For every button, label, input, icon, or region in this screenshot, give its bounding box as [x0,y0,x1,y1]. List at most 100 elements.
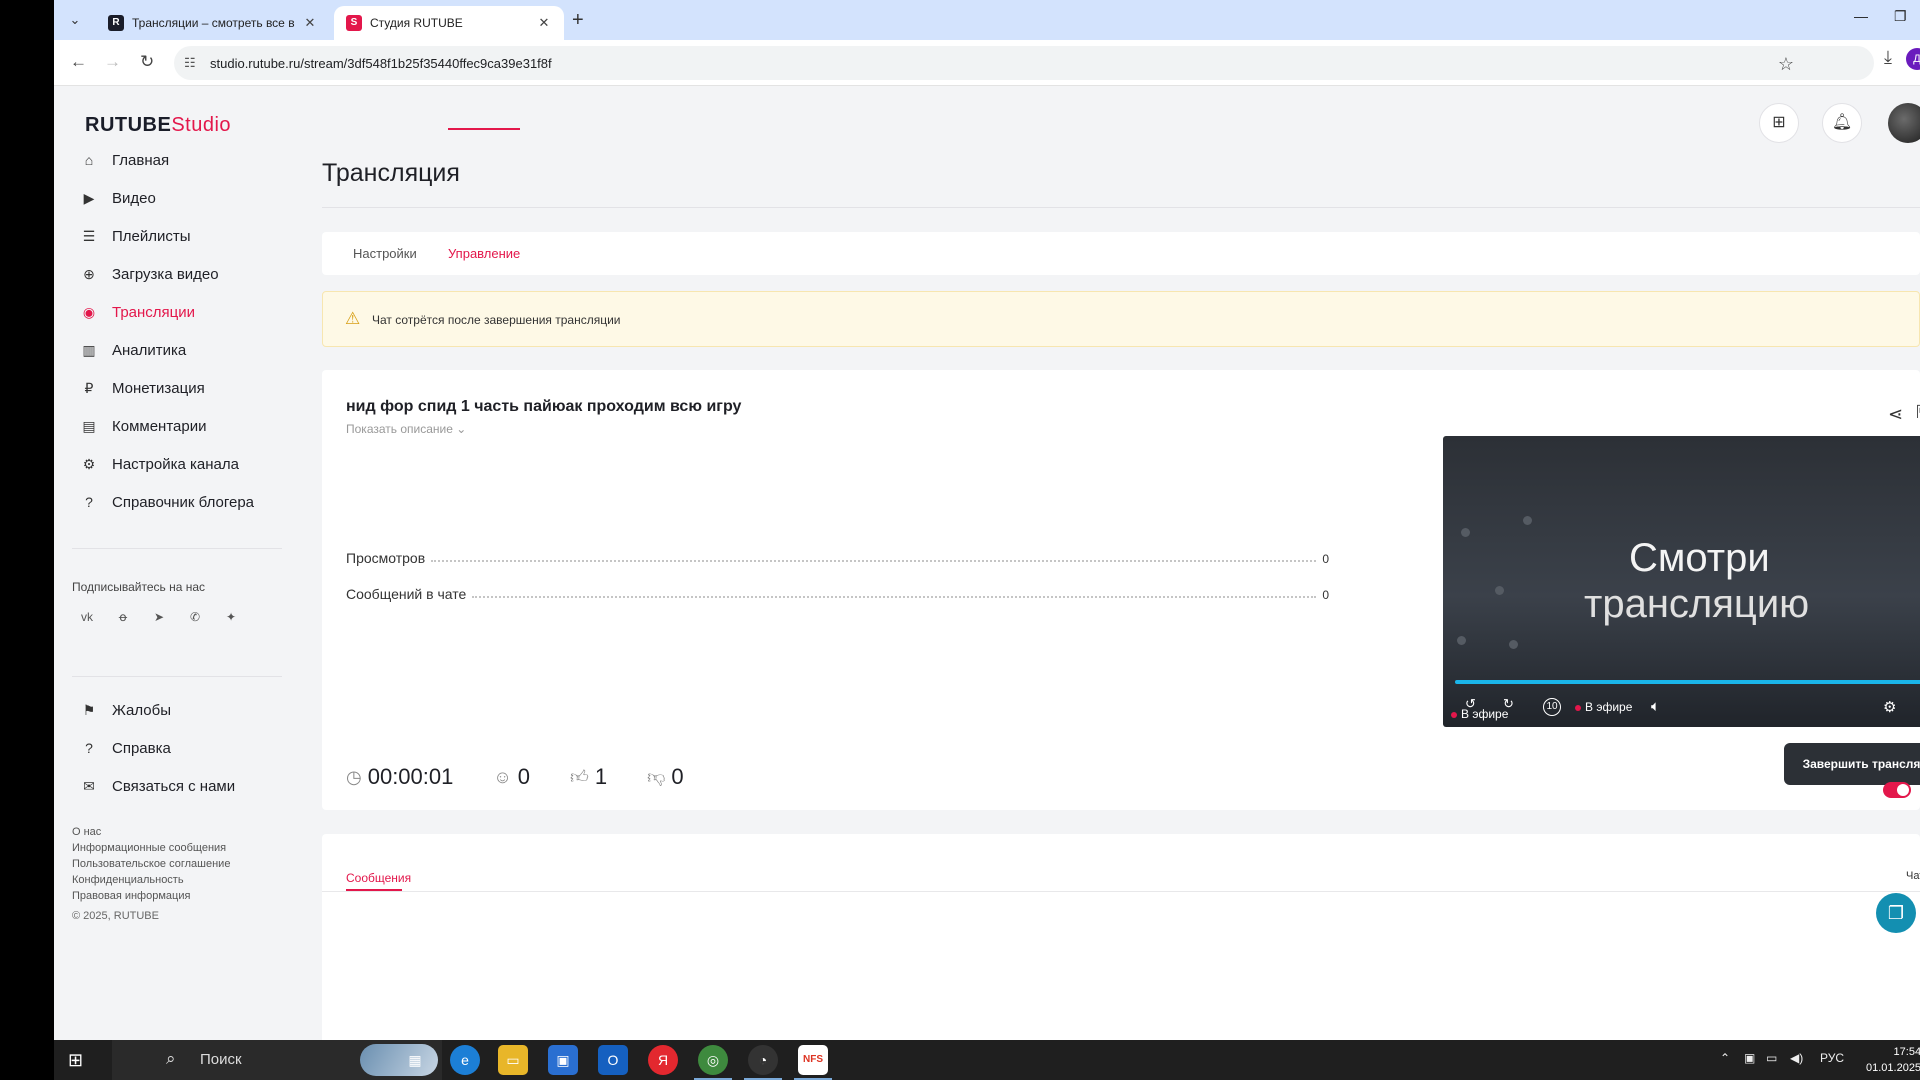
browser-tab-studio[interactable]: S Студия RUTUBE ✕ [334,6,564,40]
share-icon[interactable]: ⋖ [1888,404,1903,425]
task-view-icon[interactable]: ▦ [400,1045,430,1075]
telegram-icon[interactable]: ➤ [144,602,174,632]
add-content-button[interactable]: ⊞ [1759,103,1799,143]
bookmark-star-icon[interactable]: ☆ [1778,54,1794,75]
tab-manage[interactable]: Управление [448,246,520,261]
logo-sub: Studio [171,114,232,136]
chat-toggle-switch[interactable] [1883,782,1911,798]
sidebar-item-label: Справочник блогера [112,493,255,511]
sidebar-item-label: Главная [112,151,170,169]
yandex-icon[interactable]: Я [648,1045,678,1075]
sidebar-nav: ⌂ Главная ▶ Видео ☰ Плейлисты ⊕ Загрузка вид… [74,141,284,521]
footer-link-privacy[interactable]: Конфиденциальность [72,872,230,888]
ok-icon[interactable]: ꝋ [108,602,138,632]
sidebar-item-label: Трансляции [112,303,196,321]
volume-icon[interactable]: 🔈︎ [1651,698,1660,715]
close-tab-icon[interactable]: ✕ [302,15,318,31]
profile-avatar[interactable]: Д [1906,48,1920,70]
language-indicator[interactable]: РУС [1820,1051,1844,1065]
sidebar-item-video[interactable]: ▶ Видео [74,179,284,217]
thumbs-up-icon: 👍︎ [570,767,589,787]
viewers-value: 0 [517,764,530,789]
site-settings-icon[interactable]: ☷ [184,55,196,71]
back-arrow-icon[interactable]: ← [70,52,87,72]
vk-icon[interactable]: vk [72,602,102,632]
live-status-overlay: В эфире [1451,707,1508,721]
new-tab-icon[interactable]: + [572,9,584,31]
sidebar-item-analytics[interactable]: ▥ Аналитика [74,331,284,369]
taskbar-search[interactable]: ⌕ Поиск [112,1040,442,1080]
sidebar-item-streams[interactable]: ◉ Трансляции [74,293,284,331]
gauge-app-icon[interactable]: ◔ [748,1045,778,1075]
footer-link-terms[interactable]: Пользовательское соглашение [72,856,230,872]
browser-tab-streams[interactable]: R Трансляции – смотреть все в ✕ [96,6,330,40]
close-tab-icon[interactable]: ✕ [536,15,552,31]
rutube-studio-logo[interactable]: RUTUBEStudio [85,114,231,137]
reload-icon[interactable]: ↻ [140,52,154,72]
dot-leader [472,596,1317,598]
plus-icon[interactable]: ✦ [216,602,246,632]
windows-start-icon[interactable]: ⊞ [68,1050,83,1071]
end-stream-button[interactable]: Завершить трансляцию [1784,743,1920,785]
edge-icon[interactable]: e [450,1045,480,1075]
speaker-icon[interactable]: ◀) [1790,1051,1803,1065]
rutube-favicon-icon: R [108,15,124,31]
nfs-app-icon[interactable]: NFS [798,1045,828,1075]
sidebar-item-monetization[interactable]: ₽ Монетизация [74,369,284,407]
support-chat-button[interactable]: ❐ [1876,893,1916,933]
chrome-icon[interactable]: ◎ [698,1045,728,1075]
tab-search-chevron-icon[interactable]: ⌄ [64,9,86,31]
sidebar-item-blogger-guide[interactable]: ? Справочник блогера [74,483,284,521]
sidebar-item-comments[interactable]: ▤ Комментарии [74,407,284,445]
external-link-icon[interactable]: ⇱ [1916,402,1920,423]
sidebar-item-home[interactable]: ⌂ Главная [74,141,284,179]
chat-toggle-label: Чат [1906,870,1920,882]
likes-counter: 👍︎ 1 [570,764,607,790]
skip-10-icon[interactable]: 10 [1543,698,1561,716]
tray-app-icon[interactable]: ▣ [1744,1051,1755,1065]
sidebar-item-channel-settings[interactable]: ⚙ Настройка канала [74,445,284,483]
sidebar-item-playlists[interactable]: ☰ Плейлисты [74,217,284,255]
forward-arrow-icon[interactable]: → [104,52,121,72]
gear-icon: ⚙ [82,456,96,472]
sidebar-item-upload[interactable]: ⊕ Загрузка видео [74,255,284,293]
show-description-toggle[interactable]: Показать описание ⌄ [346,422,466,436]
player-progress-bar[interactable] [1455,680,1920,684]
live-dot [1575,704,1581,711]
download-icon[interactable]: ⤓ [1884,47,1892,68]
footer-link-about[interactable]: О нас [72,824,230,840]
sidebar-item-contact[interactable]: ✉ Связаться с нами [74,767,284,805]
sidebar-divider [72,548,282,549]
system-clock[interactable]: 17:54 01.01.2025 [1866,1044,1920,1076]
file-explorer-icon[interactable]: ▭ [498,1045,528,1075]
dot-leader [431,560,1317,562]
url-text[interactable]: studio.rutube.ru/stream/3df548f1b25f3544… [210,56,552,71]
restore-icon[interactable]: ❐ [1894,8,1907,25]
viber-icon[interactable]: ✆ [180,602,210,632]
network-icon[interactable]: ▭ [1766,1051,1777,1065]
tray-chevron-icon[interactable]: ⌃ [1720,1051,1730,1065]
flag-icon: ⚑ [82,702,96,718]
home-icon: ⌂ [84,152,94,168]
outlook-icon[interactable]: O [598,1045,628,1075]
decor-dot [1523,516,1532,525]
omnibox[interactable]: ☷ studio.rutube.ru/stream/3df548f1b25f35… [174,46,1874,80]
tab-settings[interactable]: Настройки [353,246,417,261]
duration-counter: ◷ 00:00:01 [346,764,453,790]
settings-gear-icon[interactable]: ⚙ [1883,698,1896,716]
stream-preview-player[interactable]: Смотри трансляцию ↺ ↻ В эфире 10 В эфире… [1443,436,1920,727]
messages-card: Сообщения Чат [322,834,1920,1040]
footer-link-legal[interactable]: Правовая информация [72,888,230,904]
sidebar-item-complaints[interactable]: ⚑ Жалобы [74,691,284,729]
sidebar-item-help[interactable]: ? Справка [74,729,284,767]
studio-favicon-icon: S [346,15,362,31]
clock-time: 17:54 [1893,1046,1920,1058]
notifications-button[interactable]: 🔔︎ [1822,103,1862,143]
footer-link-info[interactable]: Информационные сообщения [72,840,230,856]
tab-messages[interactable]: Сообщения [346,871,411,885]
user-avatar[interactable] [1888,103,1920,143]
live-status[interactable]: В эфире [1575,700,1632,714]
minimize-icon[interactable]: — [1854,8,1868,24]
toggle-knob [1897,784,1909,796]
store-icon[interactable]: ▣ [548,1045,578,1075]
